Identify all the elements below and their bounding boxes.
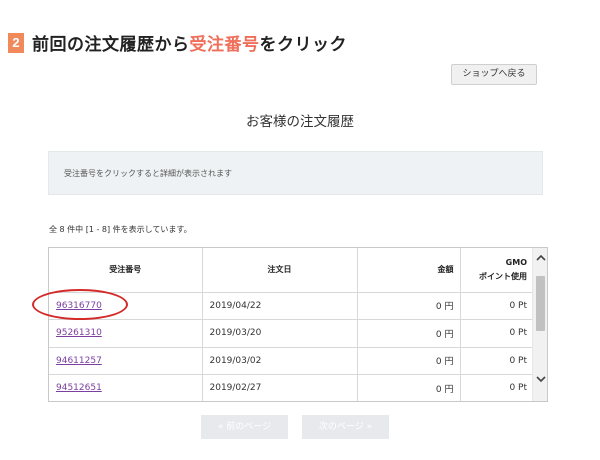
amount-cell: 0 円 — [357, 292, 461, 320]
amount-cell: 0 円 — [357, 319, 461, 348]
table-row: 96316770 2019/04/22 0 円 0 Pt — [49, 292, 533, 320]
order-number-link[interactable]: 95261310 — [56, 328, 102, 338]
step-title-before: 前回の注文履歴から — [32, 35, 190, 55]
prev-page-button[interactable]: « 前のページ — [201, 415, 288, 439]
order-date-cell: 2019/04/22 — [202, 292, 358, 320]
page-title: お客様の注文履歴 — [246, 114, 354, 130]
amount-cell: 0 円 — [357, 347, 461, 375]
table-row: 95261310 2019/03/20 0 円 0 Pt — [49, 319, 533, 348]
step-heading: 2 前回の注文履歴から受注番号をクリック — [8, 30, 347, 55]
order-no-cell: 96316770 — [49, 292, 203, 320]
order-date-cell: 2019/03/20 — [202, 319, 358, 348]
back-to-shop-button[interactable]: ショップへ戻る — [451, 64, 537, 85]
column-header-order-no: 受注番号 — [49, 248, 203, 293]
result-count-text: 全 8 件中 [1 - 8] 件を表示しています。 — [49, 225, 192, 234]
step-title: 前回の注文履歴から受注番号をクリック — [32, 30, 347, 55]
info-message-text: 受注番号をクリックすると詳細が表示されます — [64, 169, 232, 178]
order-no-cell: 94512651 — [49, 374, 203, 401]
chevron-down-icon[interactable] — [533, 373, 547, 389]
table-row: 94512651 2019/02/27 0 円 0 Pt — [49, 374, 533, 401]
amount-cell: 0 円 — [357, 374, 461, 401]
table-row: 94611257 2019/03/02 0 円 0 Pt — [49, 347, 533, 375]
points-header-line1: GMO — [505, 257, 527, 267]
step-title-after: をクリック — [259, 35, 347, 55]
order-number-link[interactable]: 94611257 — [56, 356, 102, 366]
order-number-link[interactable]: 96316770 — [56, 301, 102, 311]
info-message-box: 受注番号をクリックすると詳細が表示されます — [48, 151, 543, 195]
order-date-cell: 2019/02/27 — [202, 374, 358, 401]
points-cell: 0 Pt — [460, 374, 533, 401]
order-no-cell: 95261310 — [49, 319, 203, 348]
order-no-cell: 94611257 — [49, 347, 203, 375]
column-header-amount: 金額 — [357, 248, 461, 293]
column-header-points: GMO ポイント使用 — [460, 248, 533, 293]
points-cell: 0 Pt — [460, 347, 533, 375]
step-number-badge: 2 — [8, 32, 24, 53]
table-scrollbar[interactable] — [532, 248, 547, 401]
order-number-link[interactable]: 94512651 — [56, 383, 102, 393]
column-header-order-date: 注文日 — [202, 248, 358, 293]
table-header-row: 受注番号 注文日 金額 GMO ポイント使用 — [49, 248, 533, 293]
step-title-highlight: 受注番号 — [189, 35, 260, 55]
next-page-button[interactable]: 次のページ » — [302, 415, 389, 439]
order-date-cell: 2019/03/02 — [202, 347, 358, 375]
points-header-line2: ポイント使用 — [479, 271, 527, 281]
chevron-up-icon[interactable] — [533, 252, 547, 268]
scrollbar-thumb[interactable] — [536, 276, 545, 331]
points-cell: 0 Pt — [460, 292, 533, 320]
points-cell: 0 Pt — [460, 319, 533, 348]
order-history-table: 受注番号 注文日 金額 GMO ポイント使用 96316770 2019/04/2… — [48, 247, 548, 402]
